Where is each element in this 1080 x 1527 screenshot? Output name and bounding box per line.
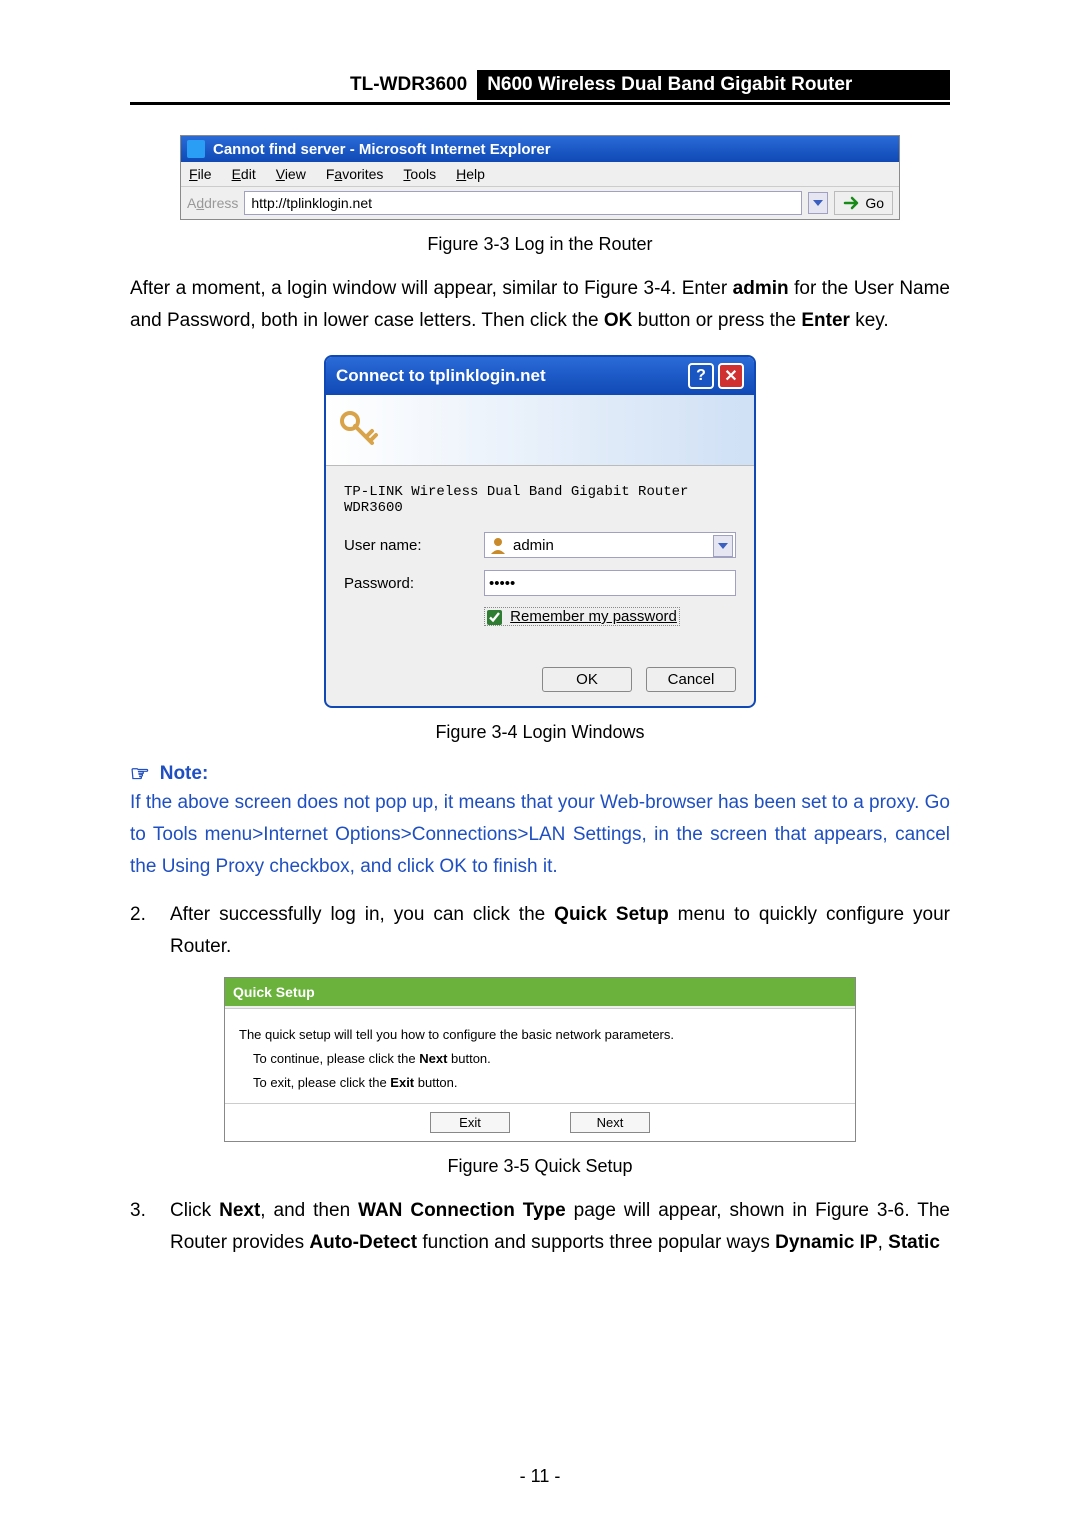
document-header: TL-WDR3600 N600 Wireless Dual Band Gigab…: [130, 70, 950, 105]
ie-menubar: File Edit View Favorites Tools Help: [181, 162, 899, 186]
paragraph-login-intro: After a moment, a login window will appe…: [130, 273, 950, 337]
address-dropdown-icon[interactable]: [808, 192, 828, 214]
note-heading: ☞ Note:: [130, 761, 950, 787]
login-titlebar: Connect to tplinklogin.net ? ✕: [326, 357, 754, 395]
login-dialog: Connect to tplinklogin.net ? ✕ TP-LINK W…: [324, 355, 756, 708]
ie-address-bar: Address Go: [181, 186, 899, 219]
menu-view[interactable]: View: [276, 166, 306, 182]
remember-checkbox[interactable]: [487, 610, 502, 625]
username-dropdown-icon[interactable]: [713, 535, 733, 557]
quick-setup-continue-line: To continue, please click the Next butto…: [239, 1049, 841, 1069]
username-value: admin: [513, 537, 554, 554]
help-icon[interactable]: ?: [688, 363, 714, 389]
list-number-3: 3.: [130, 1195, 154, 1259]
figure-3-5-caption: Figure 3-5 Quick Setup: [130, 1156, 950, 1177]
close-icon[interactable]: ✕: [718, 363, 744, 389]
address-input[interactable]: [244, 191, 802, 215]
figure-3-4-caption: Figure 3-4 Login Windows: [130, 722, 950, 743]
pointing-hand-icon: ☞: [130, 761, 150, 787]
note-heading-text: Note:: [160, 763, 209, 785]
username-label: User name:: [344, 537, 484, 554]
quick-setup-panel: Quick Setup The quick setup will tell yo…: [224, 977, 856, 1142]
password-input[interactable]: •••••: [484, 570, 736, 596]
exit-button[interactable]: Exit: [430, 1112, 510, 1133]
menu-tools[interactable]: Tools: [403, 166, 436, 182]
ie-title-text: Cannot find server - Microsoft Internet …: [213, 141, 551, 158]
menu-favorites[interactable]: Favorites: [326, 166, 384, 182]
quick-setup-line1: The quick setup will tell you how to con…: [239, 1025, 841, 1045]
ie-browser-window: Cannot find server - Microsoft Internet …: [180, 135, 900, 220]
quick-setup-exit-line: To exit, please click the Exit button.: [239, 1073, 841, 1093]
model-number: TL-WDR3600: [340, 70, 477, 100]
login-title-text: Connect to tplinklogin.net: [336, 366, 546, 386]
cancel-button[interactable]: Cancel: [646, 667, 736, 692]
user-icon: [489, 536, 507, 554]
remember-checkbox-label[interactable]: Remember my password: [484, 607, 680, 626]
ie-logo-icon: [187, 140, 205, 158]
step-2-text: After successfully log in, you can click…: [170, 899, 950, 963]
login-banner: [326, 395, 754, 466]
password-value: •••••: [489, 575, 515, 592]
go-arrow-icon: [843, 194, 861, 212]
step-3-text: Click Next, and then WAN Connection Type…: [170, 1195, 950, 1259]
go-button[interactable]: Go: [834, 191, 893, 215]
next-button[interactable]: Next: [570, 1112, 650, 1133]
go-label: Go: [865, 195, 884, 211]
menu-file[interactable]: File: [189, 166, 212, 182]
address-label: Address: [187, 195, 238, 211]
note-body-text: If the above screen does not pop up, it …: [130, 787, 950, 883]
menu-edit[interactable]: Edit: [232, 166, 256, 182]
menu-help[interactable]: Help: [456, 166, 485, 182]
router-name-text: TP-LINK Wireless Dual Band Gigabit Route…: [344, 484, 736, 516]
list-number-2: 2.: [130, 899, 154, 963]
quick-setup-title: Quick Setup: [225, 978, 855, 1006]
keys-icon: [336, 407, 382, 453]
ie-titlebar: Cannot find server - Microsoft Internet …: [181, 136, 899, 162]
username-input[interactable]: admin: [484, 532, 736, 558]
figure-3-3-caption: Figure 3-3 Log in the Router: [130, 234, 950, 255]
page-number: - 11 -: [0, 1466, 1080, 1487]
ok-button[interactable]: OK: [542, 667, 632, 692]
password-label: Password:: [344, 575, 484, 592]
product-name: N600 Wireless Dual Band Gigabit Router: [477, 70, 950, 100]
remember-text: Remember my password: [510, 608, 677, 625]
